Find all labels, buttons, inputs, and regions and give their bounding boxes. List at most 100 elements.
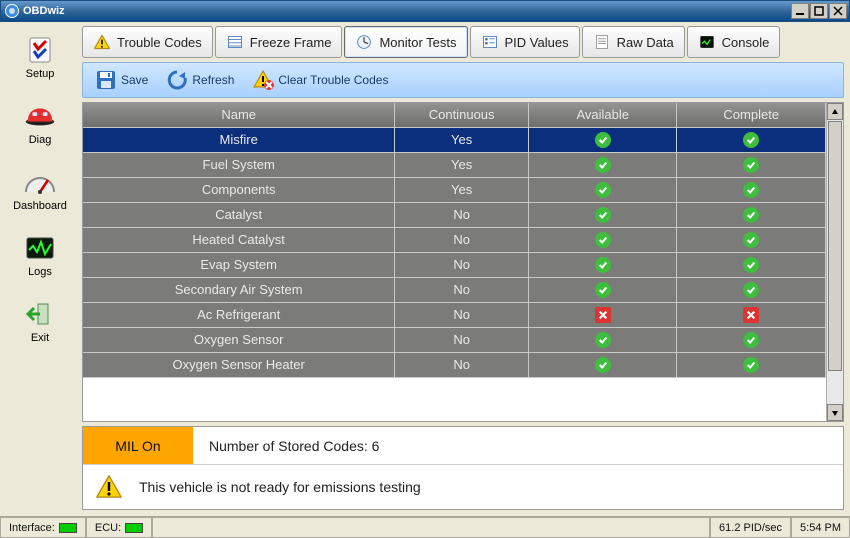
action-label: Refresh [192,73,234,87]
tab-freeze-frame[interactable]: Freeze Frame [215,26,343,58]
check-ok-icon [743,332,759,348]
refresh-button[interactable]: Refresh [160,67,240,93]
check-ok-icon [595,332,611,348]
tab-trouble-codes[interactable]: Trouble Codes [82,26,213,58]
statusbar-spacer [152,517,710,538]
cell-continuous: No [395,352,529,377]
logs-icon [24,232,56,264]
mil-status: MIL On [83,427,193,464]
tab-console[interactable]: Console [687,26,781,58]
check-ok-icon [743,257,759,273]
save-icon [95,69,117,91]
cell-continuous: No [395,277,529,302]
check-bad-icon [595,307,611,323]
window-controls [791,3,847,19]
check-ok-icon [743,282,759,298]
scroll-up-button[interactable] [827,103,843,120]
cell-complete [677,302,826,327]
cell-available [528,252,677,277]
close-button[interactable] [829,3,847,19]
check-ok-icon [595,282,611,298]
sidebar-item-label: Diag [29,134,52,146]
col-name[interactable]: Name [83,103,395,127]
table-row[interactable]: ComponentsYes [83,177,826,202]
cell-name: Ac Refrigerant [83,302,395,327]
scroll-thumb[interactable] [828,121,842,371]
table-row[interactable]: Fuel SystemYes [83,152,826,177]
cell-complete [677,152,826,177]
col-available[interactable]: Available [528,103,677,127]
title-bar: OBDwiz [0,0,850,22]
maximize-button[interactable] [810,3,828,19]
table-header-row: Name Continuous Available Complete [83,103,826,127]
cell-available [528,327,677,352]
cell-available [528,127,677,152]
cell-complete [677,202,826,227]
table-row[interactable]: Evap SystemNo [83,252,826,277]
check-ok-icon [595,182,611,198]
table-row[interactable]: MisfireYes [83,127,826,152]
interface-label: Interface: [9,522,55,534]
interface-led-icon [59,523,77,533]
minimize-button[interactable] [791,3,809,19]
cell-name: Components [83,177,395,202]
interface-status: Interface: [0,517,86,538]
sidebar-item-diag[interactable]: Diag [0,92,80,158]
table-row[interactable]: Heated CatalystNo [83,227,826,252]
sidebar-item-exit[interactable]: Exit [0,290,80,356]
monitor-tests-icon [355,33,373,51]
cell-continuous: Yes [395,127,529,152]
status-panel: MIL On Number of Stored Codes: 6 This ve… [82,426,844,510]
table-row[interactable]: Oxygen SensorNo [83,327,826,352]
cell-available [528,352,677,377]
pid-rate: 61.2 PID/sec [710,517,791,538]
cell-name: Catalyst [83,202,395,227]
scroll-down-button[interactable] [827,404,843,421]
cell-name: Oxygen Sensor Heater [83,352,395,377]
vertical-scrollbar[interactable] [826,103,843,421]
check-ok-icon [595,232,611,248]
window-title: OBDwiz [23,5,791,17]
monitor-table: Name Continuous Available Complete Misfi… [82,102,844,422]
clear-codes-icon [252,69,274,91]
table-row[interactable]: Oxygen Sensor HeaterNo [83,352,826,377]
tab-pid-values[interactable]: PID Values [470,26,580,58]
table-row[interactable]: Secondary Air SystemNo [83,277,826,302]
cell-available [528,177,677,202]
cell-available [528,202,677,227]
sidebar-item-dashboard[interactable]: Dashboard [0,158,80,224]
check-ok-icon [743,357,759,373]
tab-monitor-tests[interactable]: Monitor Tests [344,26,467,58]
tab-label: Freeze Frame [250,35,332,50]
app-icon [5,4,19,18]
col-complete[interactable]: Complete [677,103,826,127]
raw-data-icon [593,33,611,51]
table-row[interactable]: Ac RefrigerantNo [83,302,826,327]
clear-codes-button[interactable]: Clear Trouble Codes [246,67,394,93]
pid-values-icon [481,33,499,51]
table-row[interactable]: CatalystNo [83,202,826,227]
save-button[interactable]: Save [89,67,154,93]
cell-continuous: No [395,327,529,352]
stored-codes-count: Number of Stored Codes: 6 [193,438,379,454]
cell-complete [677,277,826,302]
action-label: Save [121,73,148,87]
check-ok-icon [595,157,611,173]
cell-continuous: No [395,227,529,252]
check-bad-icon [743,307,759,323]
tab-label: PID Values [505,35,569,50]
setup-icon [24,34,56,66]
check-ok-icon [743,207,759,223]
tab-raw-data[interactable]: Raw Data [582,26,685,58]
tab-label: Raw Data [617,35,674,50]
sidebar-item-logs[interactable]: Logs [0,224,80,290]
freeze-frame-icon [226,33,244,51]
col-continuous[interactable]: Continuous [395,103,529,127]
check-ok-icon [595,207,611,223]
ecu-led-icon [125,523,143,533]
sidebar-item-setup[interactable]: Setup [0,26,80,92]
cell-complete [677,327,826,352]
check-ok-icon [595,257,611,273]
cell-name: Fuel System [83,152,395,177]
cell-continuous: No [395,202,529,227]
